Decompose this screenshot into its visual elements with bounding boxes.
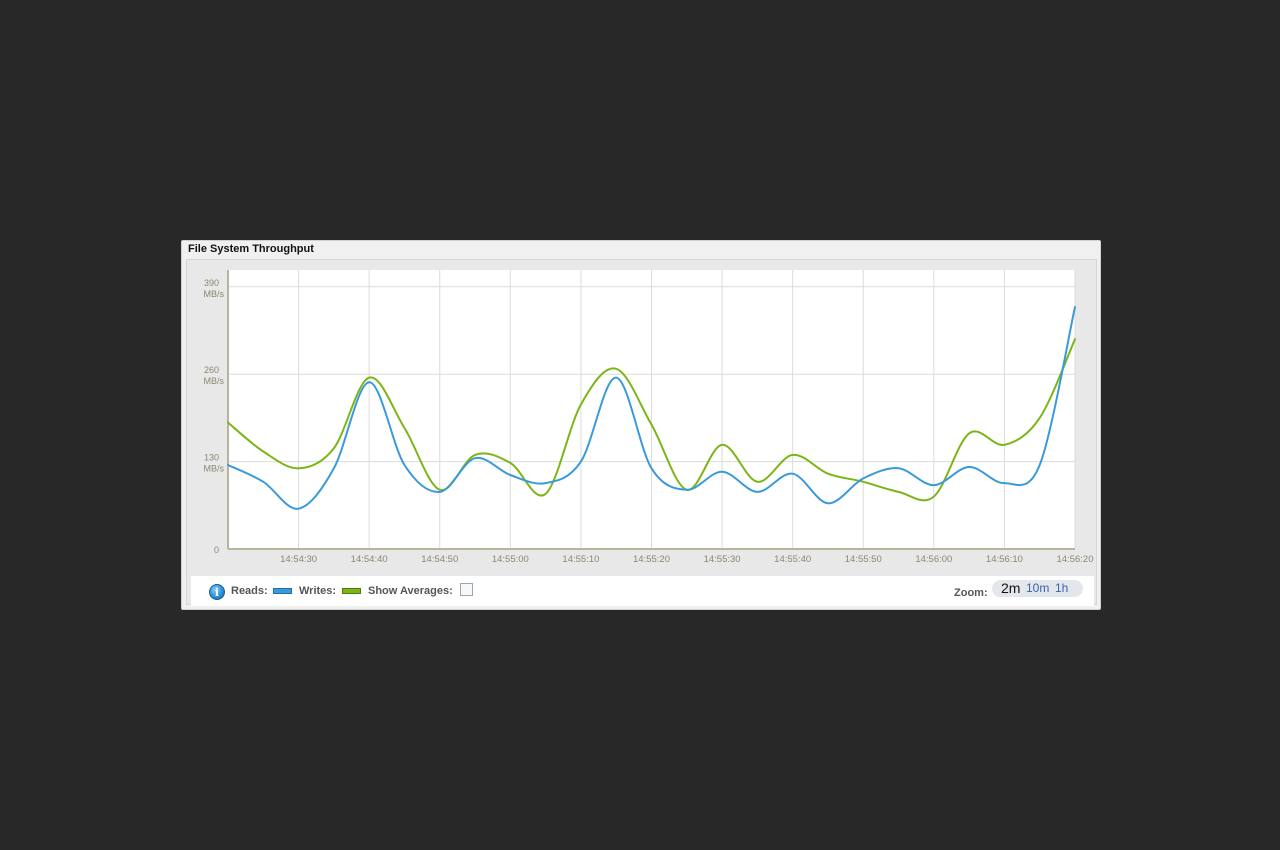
- show-averages-label: Show Averages:: [368, 585, 453, 597]
- y-tick-unit: MB/s: [203, 376, 224, 386]
- throughput-panel: File System Throughput 390 MB/s 260 MB/s 130…: [181, 240, 1101, 610]
- y-tick-label: 130: [204, 453, 219, 463]
- zoom-option-2m[interactable]: 2m: [1001, 580, 1020, 596]
- zoom-selector: 2m 10m 1h: [992, 580, 1083, 597]
- y-tick-label: 260: [204, 365, 219, 375]
- x-tick-label: 14:56:00: [915, 554, 952, 565]
- y-tick-unit: MB/s: [203, 464, 224, 474]
- x-tick-label: 14:55:10: [562, 554, 599, 565]
- x-tick-label: 14:54:50: [421, 554, 458, 565]
- panel-title: File System Throughput: [188, 243, 314, 255]
- x-tick-label: 14:55:00: [492, 554, 529, 565]
- show-averages-checkbox[interactable]: [460, 583, 473, 596]
- legend-writes-swatch: [342, 588, 361, 594]
- x-tick-label: 14:55:40: [774, 554, 811, 565]
- x-tick-label: 14:56:20: [1057, 554, 1094, 565]
- zoom-label: Zoom:: [954, 587, 988, 599]
- x-tick-label: 14:56:10: [986, 554, 1023, 565]
- x-tick-label: 14:55:50: [845, 554, 882, 565]
- chart-footer: i Reads: Writes: Show Averages: Zoom: 2m…: [191, 576, 1094, 606]
- x-tick-label: 14:55:30: [704, 554, 741, 565]
- y-tick-label: 0: [214, 545, 219, 555]
- legend-writes-label: Writes:: [299, 585, 337, 597]
- x-tick-label: 14:54:30: [280, 554, 317, 565]
- y-tick-label: 390: [204, 278, 219, 288]
- info-icon[interactable]: i: [209, 584, 225, 600]
- x-tick-label: 14:54:40: [351, 554, 388, 565]
- legend-reads-swatch: [273, 588, 292, 594]
- y-tick-unit: MB/s: [203, 289, 224, 299]
- throughput-chart: 390MB/s260MB/s130MB/s014:54:30 14:54:40 14…: [203, 270, 1094, 565]
- legend-reads-label: Reads:: [231, 585, 268, 597]
- chart-container: 390 MB/s 260 MB/s 130 MB/s 0 14:54:30 14:54:40 14…: [186, 259, 1097, 606]
- zoom-option-1h[interactable]: 1h: [1055, 581, 1068, 595]
- x-tick-label: 14:55:20: [633, 554, 670, 565]
- zoom-option-10m[interactable]: 10m: [1026, 581, 1049, 595]
